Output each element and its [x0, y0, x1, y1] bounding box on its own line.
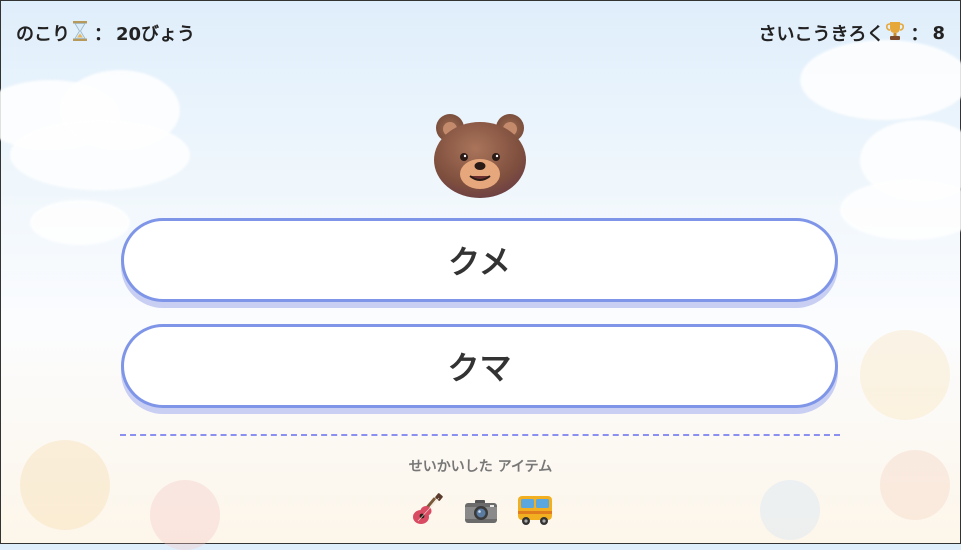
time-remaining: のこり ： 20びょう	[16, 20, 195, 46]
hourglass-icon	[72, 20, 88, 46]
best-value: 8	[932, 22, 945, 44]
best-colon: ：	[910, 24, 929, 45]
camera-icon	[463, 492, 499, 528]
time-label: のこり	[16, 24, 70, 45]
time-colon: ：	[94, 24, 112, 45]
answer-button-kuma[interactable]: クマ	[121, 324, 838, 408]
bus-icon	[517, 492, 553, 528]
trophy-icon	[886, 21, 905, 46]
background-cloud	[800, 40, 961, 120]
answer-label: クマ	[447, 349, 512, 387]
answer-button-kume[interactable]: クメ	[121, 218, 838, 302]
background-bokeh	[860, 330, 950, 420]
divider	[120, 434, 840, 436]
best-record: さいこうきろく ： 8	[758, 20, 945, 46]
collected-items-label: せいかいした アイテム	[408, 459, 553, 475]
guitar-icon	[409, 492, 445, 528]
background-cloud	[30, 200, 130, 245]
best-label: さいこうきろく	[758, 24, 885, 45]
answer-label: クメ	[448, 243, 511, 281]
bear-face-icon	[432, 112, 528, 198]
time-value: 20びょう	[116, 24, 196, 45]
background-cloud	[10, 120, 190, 190]
collected-items	[0, 492, 961, 528]
